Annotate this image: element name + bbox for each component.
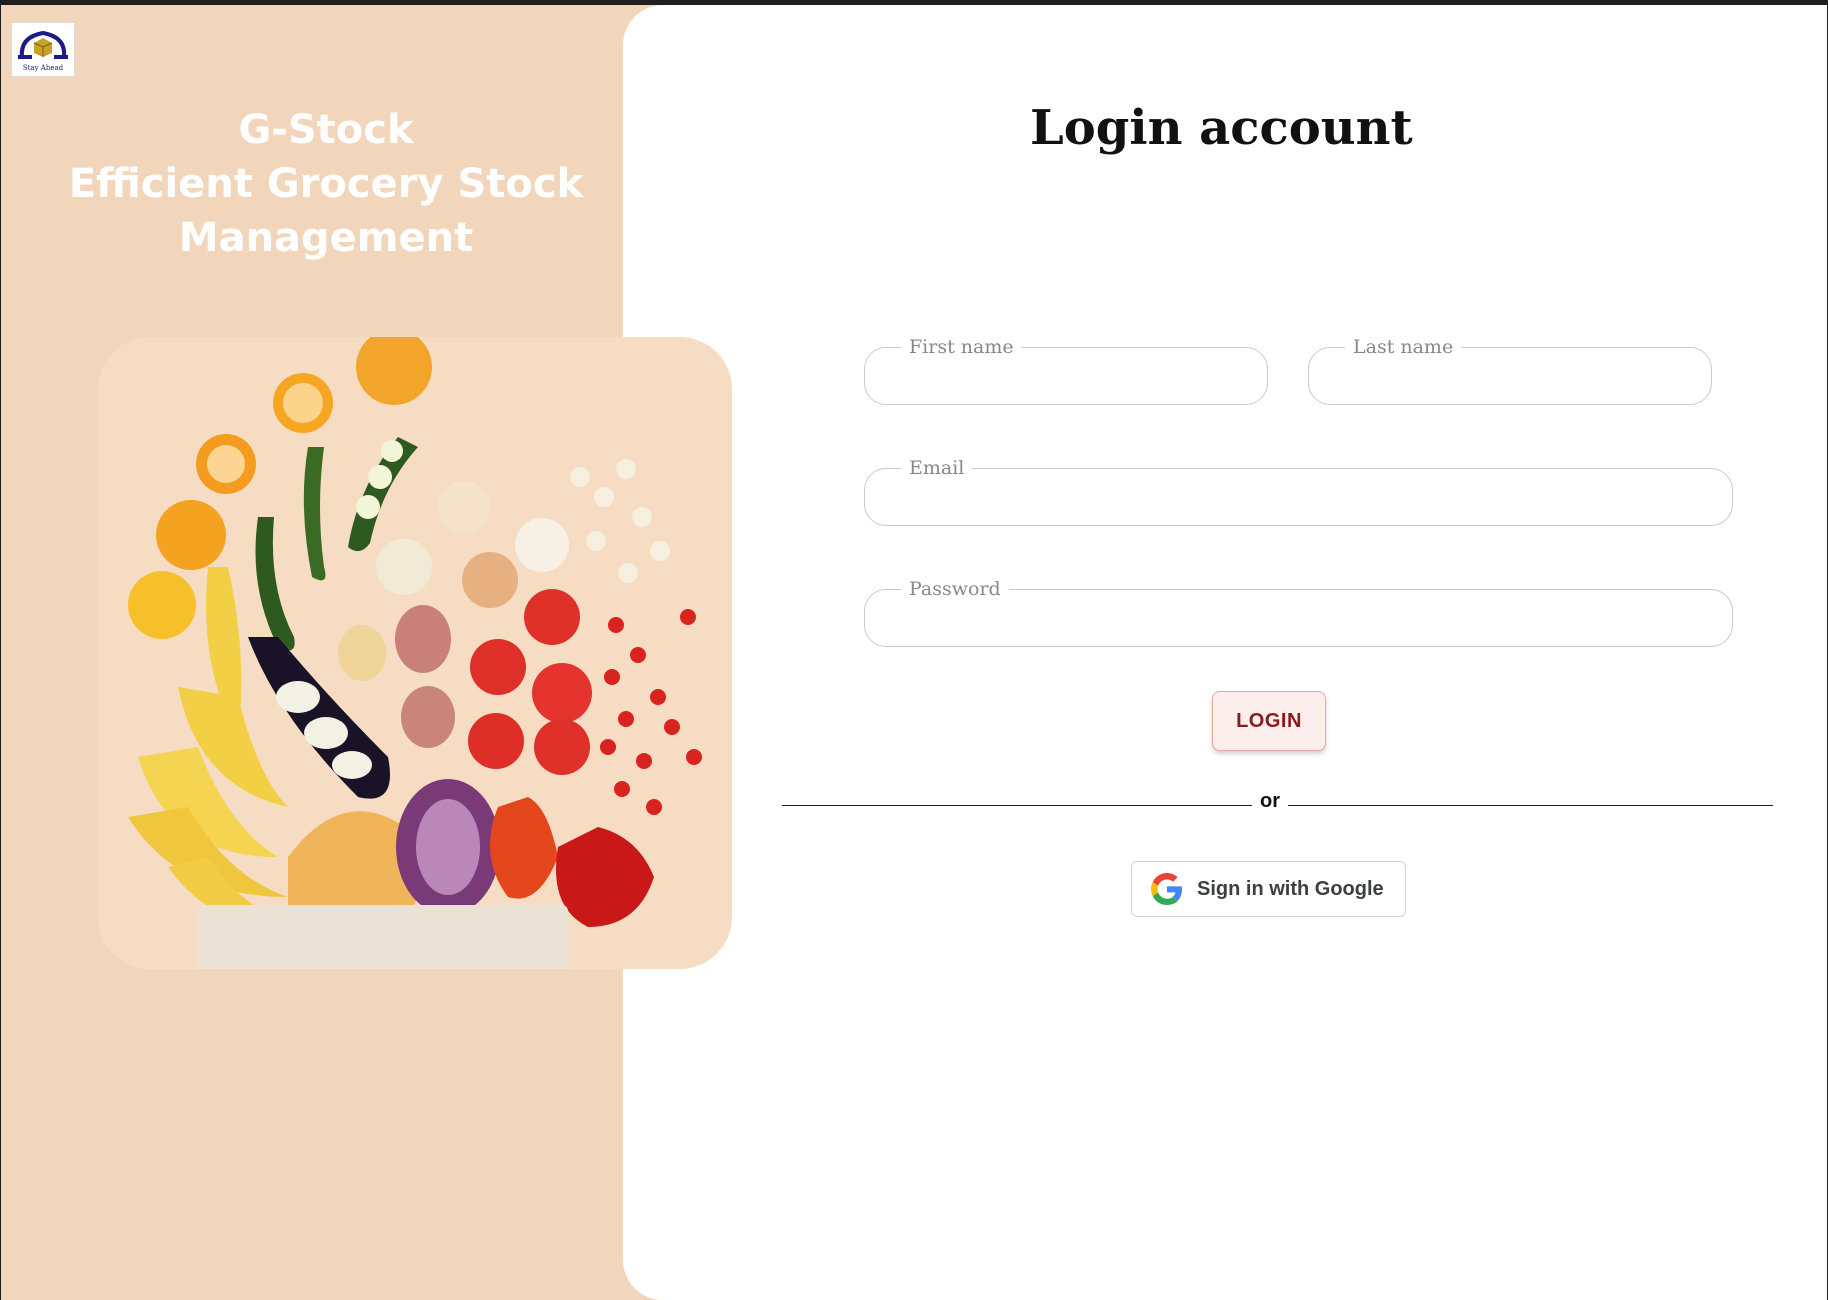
logo-caption: Stay Ahead bbox=[22, 64, 64, 72]
app-window: Stay Ahead G-Stock Efficient Grocery Sto… bbox=[0, 0, 1828, 1300]
brand-line-1: G-Stock bbox=[238, 107, 414, 153]
google-signin-button[interactable]: Sign in with Google bbox=[1131, 861, 1406, 917]
first-name-input[interactable] bbox=[883, 362, 1249, 392]
brand-line-3: Management bbox=[178, 215, 474, 261]
last-name-input[interactable] bbox=[1327, 362, 1693, 392]
email-field[interactable]: Email bbox=[864, 456, 1733, 526]
logo: Stay Ahead bbox=[11, 22, 75, 77]
stay-ahead-logo-icon bbox=[18, 30, 68, 59]
divider-or-text: or bbox=[1260, 790, 1280, 812]
email-input[interactable] bbox=[883, 483, 1714, 513]
page-title: Login account bbox=[1030, 100, 1413, 156]
brand-title: G-Stock Efficient Grocery Stock Manageme… bbox=[41, 103, 611, 265]
first-name-label: First name bbox=[901, 335, 1022, 359]
login-button[interactable]: LOGIN bbox=[1212, 691, 1326, 751]
password-field[interactable]: Password bbox=[864, 577, 1733, 647]
divider-line-left bbox=[782, 805, 1252, 806]
brand-line-2: Efficient Grocery Stock bbox=[68, 161, 584, 207]
last-name-field[interactable]: Last name bbox=[1308, 335, 1712, 405]
password-label: Password bbox=[901, 577, 1009, 601]
email-label: Email bbox=[901, 456, 973, 480]
divider-line-right bbox=[1288, 805, 1773, 806]
google-g-icon bbox=[1151, 873, 1182, 905]
last-name-label: Last name bbox=[1345, 335, 1462, 359]
groceries-image bbox=[98, 337, 732, 969]
first-name-field[interactable]: First name bbox=[864, 335, 1268, 405]
password-input[interactable] bbox=[883, 604, 1714, 634]
tote-bag bbox=[198, 905, 568, 969]
google-signin-label: Sign in with Google bbox=[1197, 877, 1384, 900]
login-panel bbox=[623, 5, 1827, 1300]
